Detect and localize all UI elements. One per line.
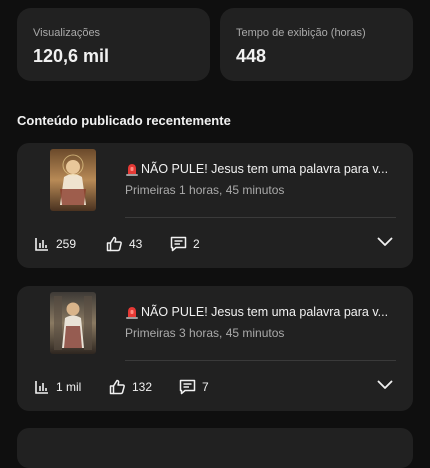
comments-count: 2 [193,237,200,251]
siren-icon [126,306,138,319]
video-title: NÃO PULE! Jesus tem uma palavra para v..… [141,304,389,319]
views-stat-value: 120,6 mil [33,46,110,66]
thumbs-up-icon [109,379,125,395]
comment-icon [170,236,187,252]
divider [125,360,396,361]
video-thumbnail[interactable] [50,292,96,354]
video-card[interactable] [17,428,413,468]
chevron-down-icon[interactable] [377,380,393,390]
views-metric: 259 [34,235,76,253]
video-title-row[interactable]: NÃO PULE! Jesus tem uma palavra para v..… [125,303,405,321]
bar-chart-icon [35,238,48,251]
likes-count: 43 [129,237,143,251]
likes-metric: 132 [109,378,152,396]
comments-metric: 7 [179,378,209,396]
views-count: 1 mil [56,380,82,394]
chevron-down-icon[interactable] [377,237,393,247]
views-stat-card[interactable]: Visualizações 120,6 mil [17,8,210,81]
video-title-row[interactable]: NÃO PULE! Jesus tem uma palavra para v..… [125,160,405,178]
video-timing: Primeiras 1 horas, 45 minutos [125,183,285,197]
likes-count: 132 [132,380,153,394]
views-stat-label: Visualizações [33,27,101,39]
comments-metric: 2 [170,235,200,253]
recent-content-heading: Conteúdo publicado recentemente [17,113,231,128]
video-card[interactable]: NÃO PULE! Jesus tem uma palavra para v..… [17,286,413,411]
watch-time-stat-label: Tempo de exibição (horas) [236,27,366,39]
views-metric: 1 mil [34,378,81,396]
video-card[interactable]: NÃO PULE! Jesus tem uma palavra para v..… [17,143,413,268]
views-count: 259 [56,237,77,251]
bar-chart-icon [35,381,48,394]
thumbs-up-icon [106,236,122,252]
divider [125,217,396,218]
likes-metric: 43 [106,235,142,253]
comments-count: 7 [202,380,209,394]
watch-time-stat-card[interactable]: Tempo de exibição (horas) 448 [220,8,413,81]
siren-icon [126,163,138,176]
watch-time-stat-value: 448 [236,46,267,66]
video-timing: Primeiras 3 horas, 45 minutos [125,326,285,340]
video-title: NÃO PULE! Jesus tem uma palavra para v..… [141,161,389,176]
video-thumbnail[interactable] [50,149,96,211]
comment-icon [179,379,196,395]
